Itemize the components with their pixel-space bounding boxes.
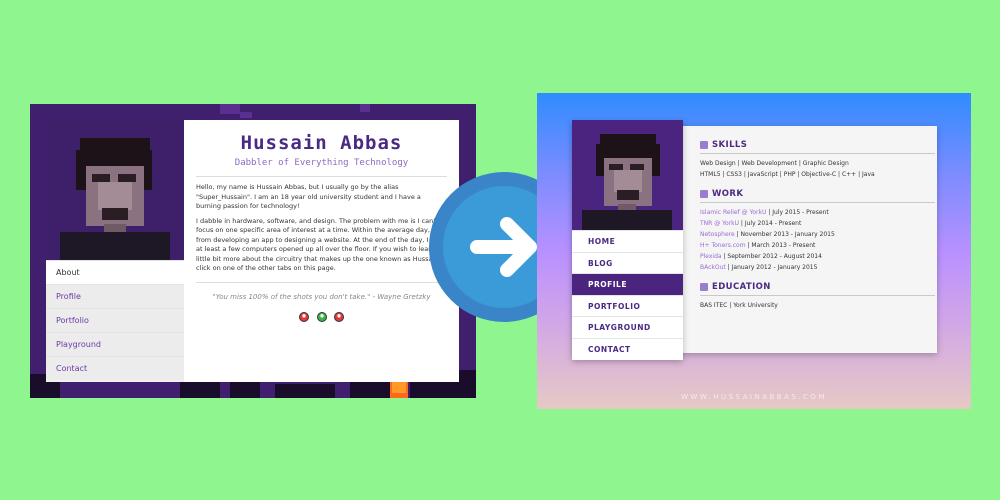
work-org-link[interactable]: H+ Toners.com xyxy=(700,242,746,249)
skills-line-2: HTML5 | CSS3 | JavaScript | PHP | Object… xyxy=(700,171,875,178)
education-line: BAS ITEC | York University xyxy=(700,302,778,309)
pixel-avatar xyxy=(572,120,683,230)
work-item: TNR @ YorkU | July 2014 - Present xyxy=(700,218,935,229)
old-nav-contact[interactable]: Contact xyxy=(46,356,184,380)
old-site-screenshot: About Profile Portfolio Playground Conta… xyxy=(30,104,476,398)
work-dates: | March 2013 - Present xyxy=(745,242,816,249)
old-nav-profile[interactable]: Profile xyxy=(46,284,184,308)
work-dates: | September 2012 - August 2014 xyxy=(721,253,822,260)
new-site-screenshot: HOME BLOG PROFILE PORTFOLIO PLAYGROUND C… xyxy=(537,93,971,409)
old-site-sidebar: About Profile Portfolio Playground Conta… xyxy=(46,120,184,382)
new-nav-portfolio[interactable]: PORTFOLIO xyxy=(572,294,683,317)
old-site-body: I dabble in hardware, software, and desi… xyxy=(196,216,447,273)
old-site-name: Hussain Abbas xyxy=(240,132,403,154)
new-site-sidebar: HOME BLOG PROFILE PORTFOLIO PLAYGROUND C… xyxy=(572,120,683,360)
site-url-footer[interactable]: WWW.HUSSAINABBAS.COM xyxy=(537,393,971,401)
mushroom-icon xyxy=(299,311,310,322)
education-section: EDUCATION BAS ITEC | York University xyxy=(700,282,935,311)
work-dates: | November 2013 - January 2015 xyxy=(734,231,835,238)
divider xyxy=(700,295,935,296)
mushroom-icon xyxy=(316,311,327,322)
pixel-avatar xyxy=(46,120,184,260)
work-org-link[interactable]: Plexida xyxy=(700,253,722,260)
old-nav-portfolio[interactable]: Portfolio xyxy=(46,308,184,332)
new-site-profile-content: SKILLS Web Design | Web Development | Gr… xyxy=(700,140,935,320)
new-site-nav: HOME BLOG PROFILE PORTFOLIO PLAYGROUND C… xyxy=(572,230,683,359)
document-icon xyxy=(700,283,708,291)
old-site-content: Hussain Abbas Dabbler of Everything Tech… xyxy=(184,120,459,382)
old-site-quote: "You miss 100% of the shots you don't ta… xyxy=(212,292,431,301)
old-site-nav: About Profile Portfolio Playground Conta… xyxy=(46,260,184,380)
old-site-intro: Hello, my name is Hussain Abbas, but I u… xyxy=(196,183,421,210)
divider xyxy=(196,176,447,177)
new-nav-contact[interactable]: CONTACT xyxy=(572,337,683,360)
work-heading: WORK xyxy=(700,189,935,199)
work-title: WORK xyxy=(712,189,744,199)
divider xyxy=(196,281,447,283)
work-org-link[interactable]: TNR @ YorkU xyxy=(700,220,739,227)
old-site-tagline: Dabbler of Everything Technology xyxy=(234,158,409,168)
work-item: BAckOut | January 2012 - January 2015 xyxy=(700,262,935,273)
old-nav-about[interactable]: About xyxy=(46,260,184,284)
work-item: H+ Toners.com | March 2013 - Present xyxy=(700,240,935,251)
skills-title: SKILLS xyxy=(712,140,748,150)
education-title: EDUCATION xyxy=(712,282,771,292)
skills-line-1: Web Design | Web Development | Graphic D… xyxy=(700,160,849,167)
divider xyxy=(700,202,935,203)
briefcase-icon xyxy=(700,190,708,198)
new-nav-profile[interactable]: PROFILE xyxy=(572,273,683,295)
mushroom-icons xyxy=(196,307,447,326)
work-item: Netosphere | November 2013 - January 201… xyxy=(700,229,935,240)
skills-section: SKILLS Web Design | Web Development | Gr… xyxy=(700,140,935,180)
tag-icon xyxy=(700,141,708,149)
work-dates: | January 2012 - January 2015 xyxy=(725,264,818,271)
divider xyxy=(700,153,935,154)
work-dates: | July 2014 - Present xyxy=(739,220,802,227)
work-section: WORK Islamic Relief @ YorkU | July 2015 … xyxy=(700,189,935,273)
education-heading: EDUCATION xyxy=(700,282,935,292)
new-nav-home[interactable]: HOME xyxy=(572,230,683,252)
work-org-link[interactable]: BAckOut xyxy=(700,264,726,271)
work-item: Islamic Relief @ YorkU | July 2015 - Pre… xyxy=(700,207,935,218)
mushroom-icon xyxy=(333,311,344,322)
work-dates: | July 2015 - Present xyxy=(766,209,829,216)
skills-heading: SKILLS xyxy=(700,140,935,150)
work-org-link[interactable]: Islamic Relief @ YorkU xyxy=(700,209,766,216)
new-nav-playground[interactable]: PLAYGROUND xyxy=(572,316,683,338)
work-item: Plexida | September 2012 - August 2014 xyxy=(700,251,935,262)
old-nav-playground[interactable]: Playground xyxy=(46,332,184,356)
old-site-card: About Profile Portfolio Playground Conta… xyxy=(46,120,459,382)
new-nav-blog[interactable]: BLOG xyxy=(572,251,683,274)
work-org-link[interactable]: Netosphere xyxy=(700,231,735,238)
